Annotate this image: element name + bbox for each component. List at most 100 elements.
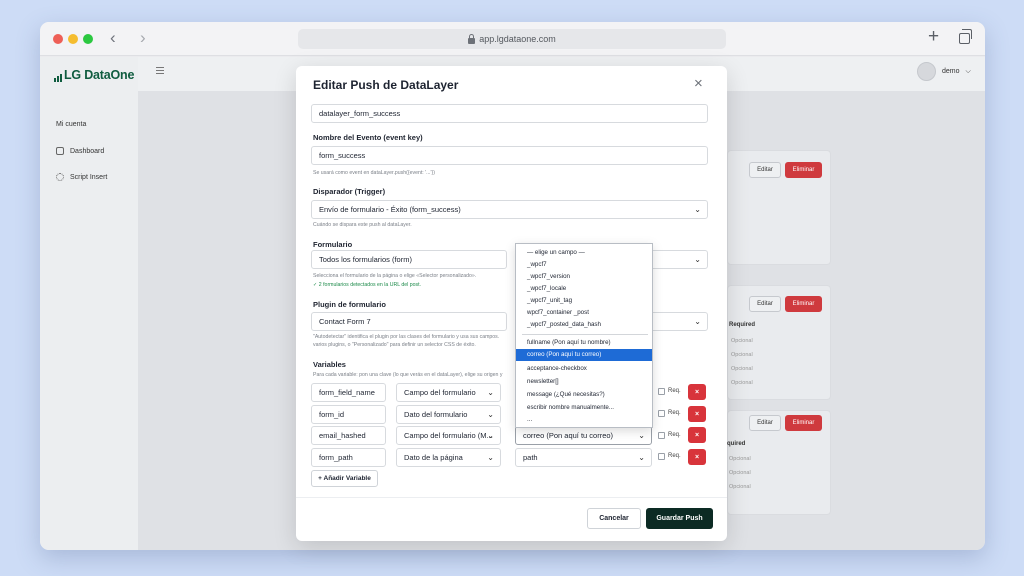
user-menu[interactable]: demo ⌵: [917, 62, 971, 81]
variable-source-select[interactable]: Dato del formulario ⌄: [396, 405, 501, 424]
trigger-label: Disparador (Trigger): [313, 187, 386, 196]
chevron-down-icon: ⌄: [638, 453, 645, 462]
maximize-window-button[interactable]: [83, 34, 93, 44]
forward-arrow-icon[interactable]: ›: [140, 28, 146, 48]
chevron-down-icon: ⌄: [694, 317, 701, 326]
required-label: Req.: [668, 432, 681, 438]
dropdown-option[interactable]: _wpcf7: [516, 259, 652, 271]
dropdown-option[interactable]: ...: [516, 414, 652, 426]
chevron-down-icon: ⌄: [638, 431, 645, 440]
new-tab-icon[interactable]: +: [928, 26, 939, 48]
sidebar-item-label: Dashboard: [70, 147, 105, 155]
variable-key-input[interactable]: email_hashed: [311, 426, 386, 445]
event-key-hint: Se usará como event en dataLayer.push({e…: [313, 170, 435, 176]
dropdown-option[interactable]: _wpcf7_posted_data_hash: [516, 319, 652, 331]
optional-label: Opcional: [729, 470, 751, 476]
footer-divider: [296, 497, 727, 498]
dropdown-option[interactable]: — elige un campo —: [516, 247, 652, 259]
dropdown-option[interactable]: _wpcf7_version: [516, 271, 652, 283]
required-label: Req.: [668, 388, 681, 394]
required-checkbox[interactable]: [658, 410, 665, 417]
background-edit-button[interactable]: Editar: [749, 296, 781, 312]
required-header: quired: [727, 441, 746, 447]
chevron-down-icon: ⌄: [694, 255, 701, 264]
variable-source-select[interactable]: Dato de la página ⌄: [396, 448, 501, 467]
app-logo[interactable]: LG DataOne: [54, 68, 134, 82]
variable-source-value: Dato del formulario: [404, 410, 468, 419]
variables-hint: Para cada variable: pon una clave (lo qu…: [313, 372, 503, 378]
variable-source-select[interactable]: Campo del formulario ⌄: [396, 383, 501, 402]
required-checkbox[interactable]: [658, 453, 665, 460]
sidebar-item-script-insert[interactable]: Script Insert: [56, 173, 107, 181]
dropdown-option[interactable]: acceptance-checkbox: [516, 363, 652, 375]
lock-icon: [468, 33, 476, 44]
variable-source-value: Campo del formulario (M...: [404, 431, 493, 440]
optional-label: Opcional: [729, 456, 751, 462]
background-delete-button[interactable]: Eliminar: [785, 296, 822, 312]
avatar: [917, 62, 936, 81]
add-variable-button[interactable]: + Añadir Variable: [311, 470, 378, 487]
remove-variable-button[interactable]: ×: [688, 406, 706, 422]
form-detected-note: ✓ 2 formularios detectados en la URL del…: [313, 282, 421, 288]
remove-variable-button[interactable]: ×: [688, 427, 706, 443]
chevron-down-icon: ⌄: [694, 205, 701, 214]
user-name: demo: [942, 68, 960, 75]
sidebar-item-dashboard[interactable]: Dashboard: [56, 147, 104, 155]
dropdown-option[interactable]: message (¿Qué necesitas?): [516, 389, 652, 401]
event-key-label: Nombre del Evento (event key): [313, 133, 423, 142]
logo-bars-icon: [54, 74, 62, 82]
event-key-input[interactable]: form_success: [311, 146, 708, 165]
background-edit-button[interactable]: Editar: [749, 162, 781, 178]
dropdown-option[interactable]: _wpcf7_locale: [516, 283, 652, 295]
background-delete-button[interactable]: Eliminar: [785, 415, 822, 431]
save-push-button[interactable]: Guardar Push: [646, 508, 713, 529]
dropdown-option[interactable]: escribir nombre manualmente...: [516, 402, 652, 414]
tabs-overview-icon[interactable]: [959, 29, 972, 44]
optional-label: Opcional: [731, 366, 753, 372]
menu-toggle-icon[interactable]: [156, 67, 164, 74]
optional-label: Opcional: [731, 338, 753, 344]
variable-field-select[interactable]: path ⌄: [515, 448, 652, 467]
form-select[interactable]: Todos los formularios (form): [311, 250, 507, 269]
field-dropdown-list[interactable]: — elige un campo — _wpcf7 _wpcf7_version…: [515, 243, 653, 428]
background-edit-button[interactable]: Editar: [749, 415, 781, 431]
required-checkbox[interactable]: [658, 432, 665, 439]
dropdown-option[interactable]: _wpcf7_unit_tag: [516, 295, 652, 307]
plugin-label: Plugin de formulario: [313, 300, 386, 309]
variable-source-select[interactable]: Campo del formulario (M... ⌄: [396, 426, 501, 445]
remove-variable-button[interactable]: ×: [688, 384, 706, 400]
background-delete-button[interactable]: Eliminar: [785, 162, 822, 178]
modal-title: Editar Push de DataLayer: [313, 78, 459, 92]
trigger-select[interactable]: Envío de formulario - Éxito (form_succes…: [311, 200, 708, 219]
close-window-button[interactable]: [53, 34, 63, 44]
form-selector-select[interactable]: ⌄: [650, 250, 708, 269]
dropdown-option[interactable]: fullname (Pon aquí tu nombre): [516, 337, 652, 349]
minimize-window-button[interactable]: [68, 34, 78, 44]
variables-label: Variables: [313, 360, 346, 369]
required-label: Req.: [668, 453, 681, 459]
dropdown-separator: [522, 334, 648, 335]
variable-key-input[interactable]: form_id: [311, 405, 386, 424]
gear-icon: [56, 173, 64, 181]
chevron-down-icon: ⌄: [487, 388, 494, 397]
variable-key-input[interactable]: form_path: [311, 448, 386, 467]
trigger-hint: Cuándo se dispara este push al dataLayer…: [313, 222, 412, 228]
remove-variable-button[interactable]: ×: [688, 449, 706, 465]
url-bar[interactable]: app.lgdataone.com: [298, 29, 726, 49]
push-name-input[interactable]: datalayer_form_success: [311, 104, 708, 123]
plugin-select-right[interactable]: ⌄: [650, 312, 708, 331]
variable-field-value: path: [523, 453, 538, 462]
close-icon[interactable]: ×: [694, 76, 703, 91]
plugin-select[interactable]: Contact Form 7: [311, 312, 507, 331]
variable-field-select[interactable]: correo (Pon aquí tu correo) ⌄: [515, 426, 652, 445]
dropdown-option-selected[interactable]: correo (Pon aquí tu correo): [516, 349, 652, 361]
trigger-select-value: Envío de formulario - Éxito (form_succes…: [319, 205, 461, 214]
sidebar-section-label: Mi cuenta: [56, 121, 87, 128]
dropdown-option[interactable]: newsletter[]: [516, 376, 652, 388]
cancel-button[interactable]: Cancelar: [587, 508, 641, 529]
required-checkbox[interactable]: [658, 388, 665, 395]
back-arrow-icon[interactable]: ‹: [110, 28, 116, 48]
variable-key-input[interactable]: form_field_name: [311, 383, 386, 402]
chevron-down-icon: ⌵: [965, 67, 971, 75]
dropdown-option[interactable]: wpcf7_container _post: [516, 307, 652, 319]
